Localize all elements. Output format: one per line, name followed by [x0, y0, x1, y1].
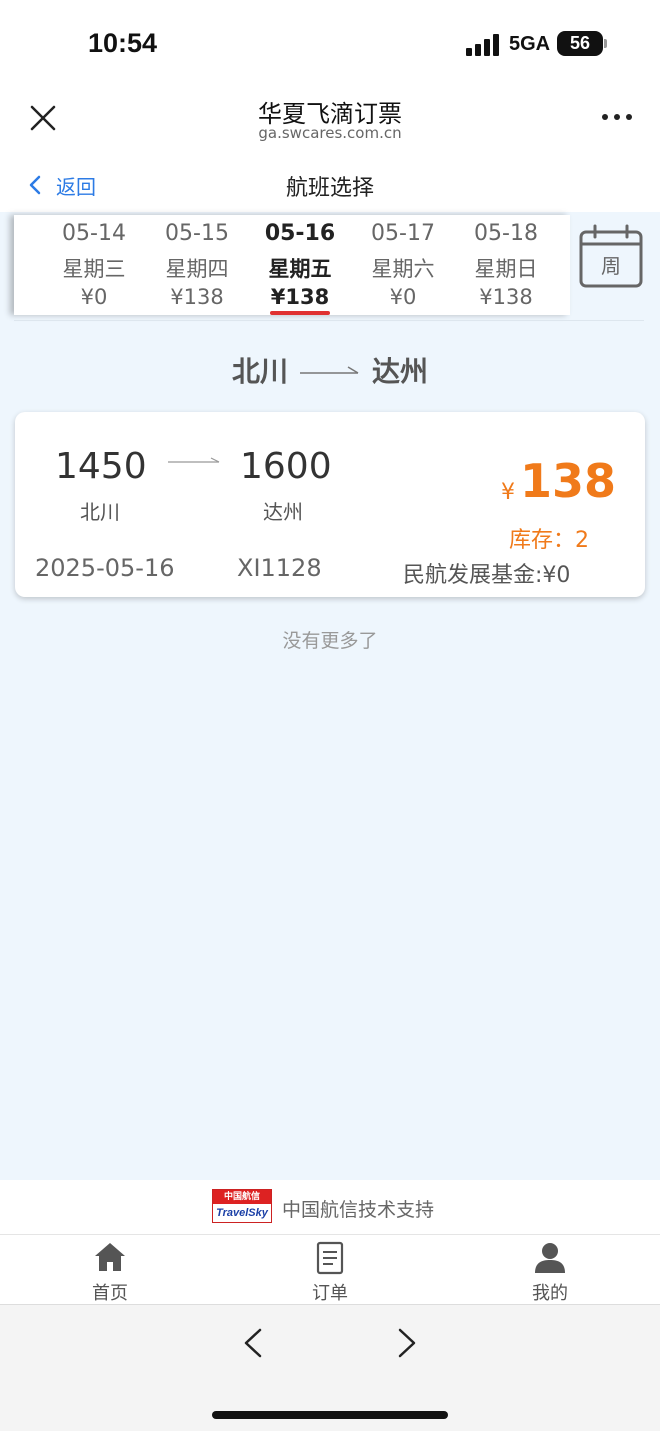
- support-footer: 中国航信 TravelSky 中国航信技术支持: [0, 1180, 660, 1234]
- travelsky-logo: 中国航信 TravelSky: [212, 1189, 272, 1223]
- date-item-partial[interactable]: 3 二: [14, 215, 18, 315]
- route-header: 北川 达州: [0, 350, 660, 390]
- home-indicator: [212, 1411, 448, 1419]
- arrow-right-icon: [168, 457, 220, 463]
- document-icon: [316, 1241, 344, 1275]
- support-text: 中国航信技术支持: [282, 1199, 435, 1221]
- page-title: 航班选择: [285, 176, 374, 201]
- price-amount: 138: [520, 454, 617, 508]
- browser-bar: [0, 1304, 660, 1431]
- arrival-time: 1600: [240, 446, 332, 487]
- signal-icon: [466, 34, 500, 56]
- route-to: 达州: [372, 355, 429, 388]
- battery-icon: 56: [557, 31, 603, 56]
- departure-city: 北川: [80, 500, 120, 524]
- status-time: 10:54: [88, 28, 158, 58]
- calendar-label: 周: [601, 254, 621, 278]
- chevron-left-icon[interactable]: [240, 1327, 266, 1359]
- app-domain: ga.swcares.com.cn: [258, 124, 402, 142]
- more-icon[interactable]: [600, 114, 634, 122]
- tab-home[interactable]: 首页: [50, 1235, 170, 1305]
- arrow-right-icon: [300, 366, 359, 374]
- route-from: 北川: [231, 355, 288, 388]
- flight-number: XI1128: [237, 554, 322, 582]
- home-icon: [95, 1243, 125, 1271]
- calendar-button[interactable]: 周: [578, 224, 644, 290]
- tab-bar: 首页 订单 我的: [0, 1234, 660, 1304]
- tab-profile[interactable]: 我的: [490, 1235, 610, 1305]
- date-item[interactable]: 05-17 星期六 ¥0: [353, 215, 453, 315]
- status-bar: 10:54 5GA 56: [0, 0, 660, 88]
- user-icon: [535, 1243, 565, 1273]
- flight-card[interactable]: 1450 北川 1600 达州 ¥ 138 库存：2 2025-05-16 XI…: [15, 412, 645, 597]
- stock-count: 库存：2: [509, 528, 589, 553]
- departure-time: 1450: [55, 446, 147, 487]
- arrival-city: 达州: [263, 500, 303, 524]
- date-item[interactable]: 05-18 星期日 ¥138: [456, 215, 556, 315]
- price-currency: ¥: [501, 480, 515, 505]
- nav-bar: 返回 航班选择: [0, 150, 660, 212]
- date-item[interactable]: 05-14 星期三 ¥0: [44, 215, 144, 315]
- selected-underline: [270, 311, 330, 315]
- aviation-fund: 民航发展基金:¥0: [403, 563, 571, 588]
- tab-orders[interactable]: 订单: [270, 1235, 390, 1305]
- network-type: 5GA: [509, 33, 551, 55]
- divider: [14, 320, 644, 321]
- battery-cap: [604, 39, 607, 48]
- date-strip: 3 二 05-14 星期三 ¥0 05-15 星期四 ¥138 05-16 星期…: [14, 215, 570, 315]
- flight-date: 2025-05-16: [35, 554, 175, 582]
- no-more-text: 没有更多了: [282, 630, 378, 652]
- chevron-right-icon[interactable]: [394, 1327, 420, 1359]
- date-item-selected[interactable]: 05-16 星期五 ¥138: [250, 215, 350, 315]
- app-header: 华夏飞滴订票 ga.swcares.com.cn: [0, 88, 660, 150]
- date-item[interactable]: 05-15 星期四 ¥138: [147, 215, 247, 315]
